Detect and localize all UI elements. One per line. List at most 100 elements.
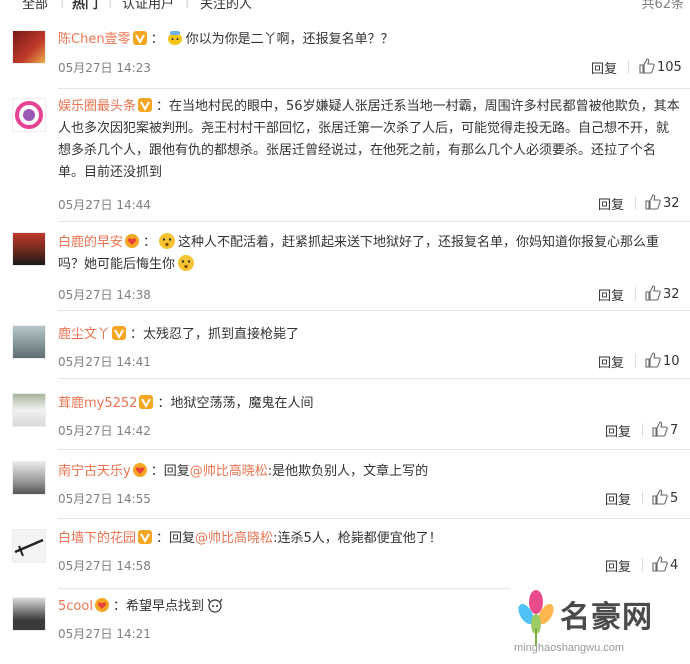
comment-body: 太残忍了，抓到直接枪毙了: [143, 327, 300, 342]
emoji-icon: [167, 31, 182, 45]
reply-prefix: 回复: [169, 531, 196, 546]
username[interactable]: 白鹿的早安: [58, 235, 123, 250]
reply-button[interactable]: 回复: [598, 194, 624, 213]
reply-prefix: 回复: [163, 464, 190, 479]
thumbs-up-icon: [652, 421, 668, 437]
heart-badge-icon: [125, 234, 140, 248]
comment-body: 地狱空荡荡，魔鬼在人间: [170, 396, 314, 411]
username[interactable]: 茸鹿my5252: [58, 396, 137, 411]
reply-button[interactable]: 回复: [591, 58, 617, 77]
comment-time: 05月27日 14:44: [58, 198, 151, 212]
comment-body: :连杀5人，枪毙都便宜他了！: [273, 531, 442, 546]
comment-time: 05月27日 14:21: [58, 627, 151, 641]
vip-badge-icon: [138, 530, 153, 544]
like-button[interactable]: 4: [652, 556, 678, 573]
avatar[interactable]: [12, 232, 46, 266]
mention-link[interactable]: @帅比高晓松: [195, 531, 273, 546]
comment-time: 05月27日 14:55: [58, 492, 151, 506]
heart-badge-icon: [132, 463, 147, 477]
comment-time: 05月27日 14:23: [58, 61, 151, 75]
like-count: 105: [657, 60, 682, 75]
comment-text: 南宁古天乐y ：回复@帅比高晓松:是他欺负别人，文章上写的: [58, 463, 429, 479]
comment-item: 陈Chen壹零：你以为你是二丫啊，还报复名单？？ 05月27日 14:23 回复…: [0, 20, 690, 88]
action-divider: [635, 287, 636, 301]
tab-verified[interactable]: 认证用户: [122, 0, 174, 12]
vip-badge-icon: [138, 98, 153, 112]
vip-badge-icon: [139, 395, 154, 409]
avatar[interactable]: [12, 30, 46, 64]
like-button[interactable]: 32: [645, 194, 680, 211]
mention-link[interactable]: @帅比高晓松: [190, 464, 268, 479]
like-button[interactable]: 7: [652, 421, 678, 438]
flower-logo-icon: [518, 590, 554, 646]
avatar[interactable]: [12, 393, 46, 427]
action-divider: [642, 423, 643, 437]
comment-filter-tabs: 全部 | 热门 | 认证用户 | 关注的人 共62条: [0, 0, 690, 14]
vip-badge-icon: [132, 31, 147, 45]
thumbs-up-icon: [645, 285, 661, 301]
tab-all[interactable]: 全部: [22, 0, 48, 12]
comment-item: 茸鹿my5252 ：地狱空荡荡，魔鬼在人间 05月27日 14:42 回复 7: [0, 379, 690, 449]
comment-item: 鹿尘文丫 ：太残忍了，抓到直接枪毙了 05月27日 14:41 回复 10: [0, 311, 690, 378]
action-divider: [642, 558, 643, 572]
tab-hot[interactable]: 热门: [72, 0, 98, 12]
like-button[interactable]: 10: [645, 352, 680, 369]
tab-following[interactable]: 关注的人: [200, 0, 252, 12]
comment-time: 05月27日 14:58: [58, 559, 151, 573]
avatar[interactable]: [12, 597, 46, 631]
emoji-icon: [178, 255, 195, 271]
tab-separator: |: [60, 0, 65, 8]
avatar[interactable]: [12, 325, 46, 359]
comment-body: 希望早点找到: [125, 599, 204, 614]
username[interactable]: 陈Chen壹零: [58, 32, 131, 47]
comment-body: 你以为你是二丫啊，还报复名单？？: [185, 32, 394, 47]
watermark-title: 名豪网: [560, 600, 653, 635]
action-divider: [635, 354, 636, 368]
like-count: 10: [663, 354, 680, 369]
username[interactable]: 娱乐圈最头条: [58, 99, 136, 114]
comment-item: 白鹿的早安：这种人不配活着，赶紧抓起来送下地狱好了，还报复名单，你妈知道你报复心…: [0, 222, 690, 310]
like-count: 32: [663, 196, 680, 211]
reply-button[interactable]: 回复: [605, 489, 631, 508]
reply-button[interactable]: 回复: [605, 556, 631, 575]
tab-separator: |: [185, 0, 190, 8]
thumbs-up-icon: [652, 556, 668, 572]
thumbs-up-icon: [645, 194, 661, 210]
action-divider: [642, 491, 643, 505]
like-count: 7: [670, 423, 679, 438]
avatar[interactable]: [12, 529, 46, 563]
comment-text: 白鹿的早安：这种人不配活着，赶紧抓起来送下地狱好了，还报复名单，你妈知道你报复心…: [58, 232, 680, 276]
tab-separator: |: [108, 0, 113, 8]
avatar[interactable]: [12, 98, 46, 132]
comment-body: 这种人不配活着，赶紧抓起来送下地狱好了，还报复名单，你妈知道你报复心那么重吗？她…: [58, 235, 660, 272]
comment-item: 娱乐圈最头条 ：在当地村民的眼中，56岁嫌疑人张居迁系当地一村霸，周围许多村民都曾…: [0, 89, 690, 221]
comment-text: 鹿尘文丫 ：太残忍了，抓到直接枪毙了: [58, 326, 300, 342]
username[interactable]: 鹿尘文丫: [58, 327, 110, 342]
site-watermark: 名豪网 minghaoshangwu.com: [510, 584, 690, 664]
thumbs-up-icon: [652, 489, 668, 505]
like-count: 5: [670, 491, 679, 506]
thumbs-up-icon: [645, 352, 661, 368]
like-count: 32: [663, 287, 680, 302]
emoji-icon: [159, 233, 176, 249]
like-button[interactable]: 32: [645, 285, 680, 302]
comment-text: 茸鹿my5252 ：地狱空荡荡，魔鬼在人间: [58, 395, 314, 411]
like-button[interactable]: 5: [652, 489, 678, 506]
comment-item: 白墙下的花园 ：回复@帅比高晓松:连杀5人，枪毙都便宜他了！ 05月27日 14:…: [0, 519, 690, 588]
vip-badge-icon: [112, 326, 127, 340]
username[interactable]: 南宁古天乐y: [58, 464, 131, 479]
username[interactable]: 5cool: [58, 599, 93, 614]
username[interactable]: 白墙下的花园: [58, 531, 136, 546]
reply-button[interactable]: 回复: [605, 421, 631, 440]
comment-text: 白墙下的花园 ：回复@帅比高晓松:连杀5人，枪毙都便宜他了！: [58, 530, 442, 546]
action-divider: [635, 196, 636, 210]
reply-button[interactable]: 回复: [598, 285, 624, 304]
avatar[interactable]: [12, 461, 46, 495]
comment-time: 05月27日 14:41: [58, 355, 151, 369]
like-count: 4: [670, 558, 679, 573]
like-button[interactable]: 105: [639, 58, 682, 75]
comment-text: 娱乐圈最头条 ：在当地村民的眼中，56岁嫌疑人张居迁系当地一村霸，周围许多村民都曾…: [58, 98, 680, 180]
reply-button[interactable]: 回复: [598, 352, 624, 371]
comment-time: 05月27日 14:42: [58, 424, 151, 438]
thumbs-up-icon: [639, 58, 655, 74]
